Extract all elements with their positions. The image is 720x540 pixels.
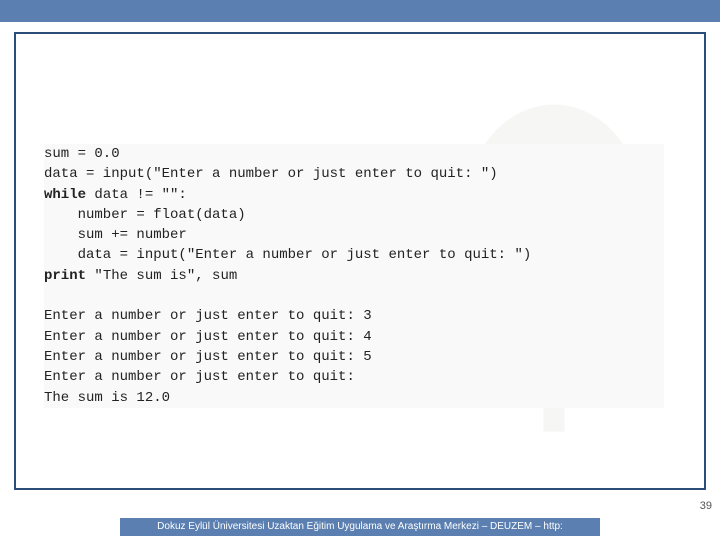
output-line: Enter a number or just enter to quit: 3 bbox=[44, 308, 372, 324]
top-bar bbox=[0, 0, 720, 22]
output-line: Enter a number or just enter to quit: 5 bbox=[44, 349, 372, 365]
slide: sum = 0.0 data = input("Enter a number o… bbox=[0, 0, 720, 540]
code-block: sum = 0.0 data = input("Enter a number o… bbox=[44, 144, 664, 408]
code-line: data != "": bbox=[86, 187, 187, 203]
code-line: "The sum is", sum bbox=[86, 268, 237, 284]
output-line: Enter a number or just enter to quit: 4 bbox=[44, 329, 372, 345]
code-line: number = float(data) bbox=[44, 207, 246, 223]
code-line: sum += number bbox=[44, 227, 187, 243]
code-line: data = input("Enter a number or just ent… bbox=[44, 247, 531, 263]
keyword-while: while bbox=[44, 187, 86, 203]
output-line: Enter a number or just enter to quit: bbox=[44, 369, 355, 385]
code-line: sum = 0.0 bbox=[44, 146, 120, 162]
output-line: The sum is 12.0 bbox=[44, 390, 170, 406]
content-frame: sum = 0.0 data = input("Enter a number o… bbox=[14, 32, 706, 490]
keyword-print: print bbox=[44, 268, 86, 284]
footer-bar: Dokuz Eylül Üniversitesi Uzaktan Eğitim … bbox=[120, 518, 600, 536]
page-number: 39 bbox=[700, 500, 712, 512]
code-line: data = input("Enter a number or just ent… bbox=[44, 166, 498, 182]
